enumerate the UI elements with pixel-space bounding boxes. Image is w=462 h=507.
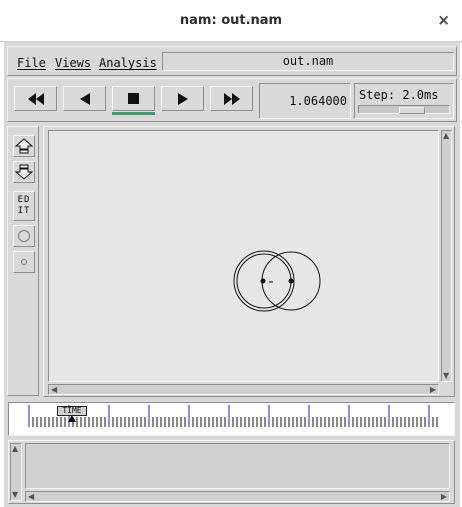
vertical-scrollbar[interactable]: ▲ ▼ [441,130,452,382]
scroll-up-arrow-icon[interactable]: ▲ [443,132,449,140]
edit-button[interactable]: ED IT [13,191,35,221]
step-slider-thumb[interactable] [399,107,425,114]
scroll-left-arrow-icon[interactable]: ◀ [51,386,57,394]
menubar: File Views Analysis out.nam [7,46,457,76]
play-forward-button[interactable] [161,86,204,111]
zoom-in-icon [15,138,33,154]
menu-analysis[interactable]: Analysis [99,56,157,70]
fast-forward-icon [223,92,240,105]
stop-button[interactable] [112,86,155,111]
horizontal-scrollbar[interactable]: ◀ ▶ [48,384,439,395]
zoom-out-button[interactable] [13,161,35,183]
nam-application: File Views Analysis out.nam 1.064000 Ste… [4,42,460,507]
window-title: nam: out.nam [179,13,283,28]
scroll-down-arrow-icon[interactable]: ▼ [443,372,449,380]
fast-forward-button[interactable] [210,86,253,111]
small-circle-icon [21,259,27,265]
add-node-button[interactable] [13,225,35,247]
stop-icon [128,93,139,104]
network-graph [233,250,321,312]
step-control: Step: 2.0ms [354,83,454,119]
annotation-scroll-down-icon[interactable]: ▼ [12,491,18,499]
play-backward-button[interactable] [63,86,106,111]
annotation-panel: ▲ ▼ ◀ ▶ [8,440,455,504]
annotation-list[interactable] [25,443,450,489]
annotation-scroll-up-icon[interactable]: ▲ [12,445,18,453]
edit-toolbar: ED IT [7,126,39,396]
menu-file[interactable]: File [17,56,46,70]
circle-icon [18,230,30,242]
time-pointer-icon [68,415,76,422]
edit-label-line1: ED [17,195,31,205]
add-small-node-button[interactable] [13,251,35,273]
network-canvas[interactable] [48,130,439,382]
node-point-right[interactable] [288,278,294,284]
window-titlebar: nam: out.nam × [0,0,462,42]
time-slider[interactable]: TIME [8,402,455,436]
node-point-left[interactable] [260,278,266,284]
animation-viewport: ▲ ▼ ◀ ▶ [43,126,455,397]
annotation-scroll-left-icon[interactable]: ◀ [28,493,34,501]
scroll-right-arrow-icon[interactable]: ▶ [430,386,436,394]
annotation-scrollbar[interactable]: ▲ ▼ [10,443,22,501]
step-label: Step: 2.0ms [359,88,439,102]
edit-label-line2: IT [17,206,31,216]
close-icon[interactable]: × [437,11,450,29]
rewind-icon [27,92,44,105]
step-slider[interactable] [358,105,450,114]
zoom-out-icon [15,164,33,180]
playback-controls: 1.064000 Step: 2.0ms [7,78,457,122]
play-backward-icon [79,92,90,105]
annotation-hscrollbar[interactable]: ◀ ▶ [25,491,450,502]
annotation-scroll-right-icon[interactable]: ▶ [441,493,447,501]
current-time-display: 1.064000 [259,83,351,119]
zoom-in-button[interactable] [13,135,35,157]
menu-views[interactable]: Views [55,56,91,70]
filename-display: out.nam [162,52,454,71]
play-forward-icon [177,92,188,105]
stop-active-indicator [112,112,155,115]
rewind-button[interactable] [14,86,57,111]
